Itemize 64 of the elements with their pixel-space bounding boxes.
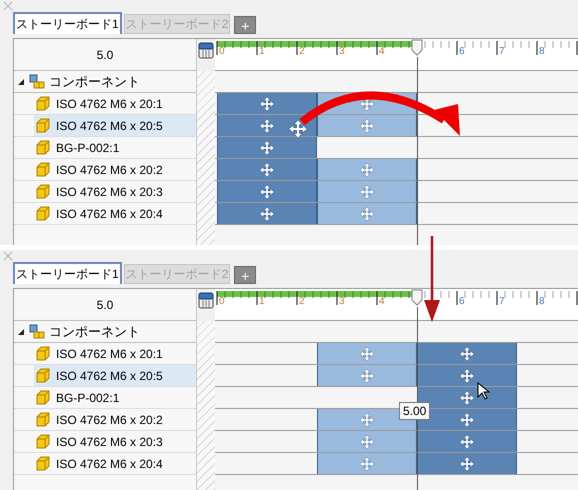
cube-icon xyxy=(36,184,50,199)
film-icon[interactable] xyxy=(198,292,214,309)
cube-icon xyxy=(36,390,50,405)
ruler-label: 4 xyxy=(379,296,385,308)
move-icon xyxy=(260,184,274,198)
move-icon xyxy=(260,118,274,132)
cube-icon xyxy=(36,140,50,155)
ruler-label: 3 xyxy=(339,296,345,308)
move-icon xyxy=(360,434,374,448)
move-icon xyxy=(260,162,274,176)
move-icon xyxy=(360,346,374,360)
move-icon xyxy=(460,390,474,404)
cube-icon xyxy=(36,456,50,471)
move-icon xyxy=(460,456,474,470)
cube-icon xyxy=(36,368,50,383)
ruler-label: 6 xyxy=(459,46,465,58)
move-icon xyxy=(360,184,374,198)
move-icon xyxy=(360,162,374,176)
cube-icon xyxy=(36,206,50,221)
move-icon xyxy=(460,346,474,360)
move-icon xyxy=(260,140,274,154)
cube-icon xyxy=(36,96,50,111)
move-icon xyxy=(360,118,374,132)
ruler-label: 7 xyxy=(499,296,505,308)
ruler-label: 8 xyxy=(539,296,545,308)
cube-icon xyxy=(36,118,50,133)
storyboard-tab[interactable]: ストーリーボード1 xyxy=(13,12,122,34)
ruler-label: 1 xyxy=(259,296,265,308)
playhead-handle[interactable] xyxy=(411,39,423,56)
move-icon xyxy=(260,206,274,220)
move-icon xyxy=(360,206,374,220)
tree-item[interactable]: ISO 4762 M6 x 20:5 xyxy=(34,115,196,136)
assembly-icon xyxy=(29,324,45,339)
cube-icon xyxy=(36,434,50,449)
ruler-label: 1 xyxy=(259,46,265,58)
cube-icon xyxy=(36,412,50,427)
ruler-label: 4 xyxy=(379,46,385,58)
playhead-handle[interactable] xyxy=(411,289,423,306)
assembly-icon xyxy=(29,74,45,89)
move-icon xyxy=(360,368,374,382)
move-icon xyxy=(360,456,374,470)
move-icon xyxy=(460,412,474,426)
cube-icon xyxy=(36,346,50,361)
expand-icon[interactable] xyxy=(17,78,25,86)
storyboard-tab[interactable]: ストーリーボード1 xyxy=(13,262,122,284)
ruler-label: 0 xyxy=(219,296,225,308)
time-tooltip: 5.00 xyxy=(399,402,430,420)
move-icon xyxy=(260,96,274,110)
move-icon xyxy=(460,368,474,382)
tree-item[interactable]: ISO 4762 M6 x 20:5 xyxy=(34,365,196,386)
ruler-label: 0 xyxy=(219,46,225,58)
move-icon xyxy=(460,434,474,448)
ruler-label: 7 xyxy=(499,46,505,58)
ruler-label: 2 xyxy=(299,296,305,308)
expand-icon[interactable] xyxy=(17,328,25,336)
ruler-label: 8 xyxy=(539,46,545,58)
move-icon xyxy=(360,96,374,110)
move-icon xyxy=(360,412,374,426)
ruler-label: 6 xyxy=(459,296,465,308)
timeline-block[interactable] xyxy=(417,387,517,408)
ruler-label: 2 xyxy=(299,46,305,58)
ruler-label: 3 xyxy=(339,46,345,58)
cube-icon xyxy=(36,162,50,177)
film-icon[interactable] xyxy=(198,42,214,59)
